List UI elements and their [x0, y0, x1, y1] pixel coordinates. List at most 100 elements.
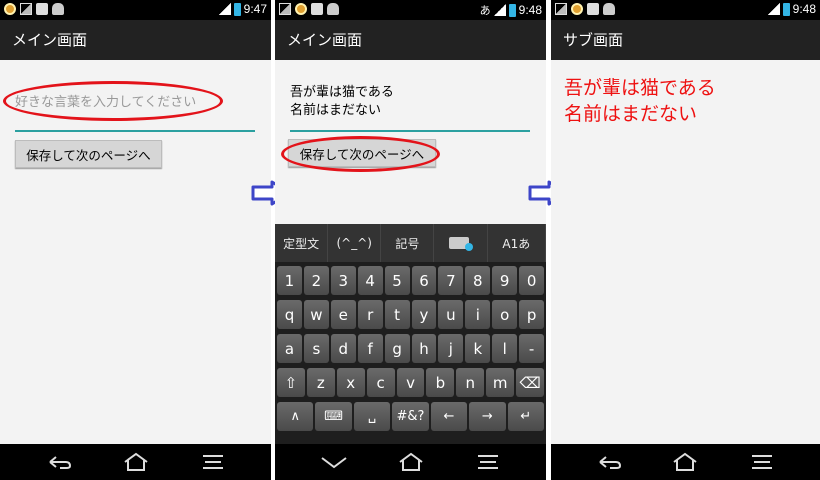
camera-notification-icon [587, 3, 599, 15]
key[interactable]: j [438, 334, 464, 363]
back-icon[interactable] [39, 450, 79, 474]
kb-tab-input-mode[interactable]: A1あ [488, 224, 546, 262]
key[interactable]: t [384, 300, 410, 329]
key[interactable]: l [492, 334, 518, 363]
keyboard-row: 1234567890 [277, 266, 545, 295]
status-bar: 9:48 [551, 0, 820, 20]
keyboard-row: qwertyuiop [277, 300, 545, 329]
key[interactable]: 8 [465, 266, 491, 295]
text-input[interactable]: 好きな言葉を入力してください [15, 92, 255, 132]
key[interactable]: d [330, 334, 356, 363]
kb-tab-emoticon[interactable]: (^_^) [328, 224, 382, 262]
kb-tab-template[interactable]: 定型文 [275, 224, 329, 262]
key[interactable]: v [396, 368, 425, 397]
home-icon[interactable] [116, 450, 156, 474]
action-bar-title: メイン画面 [0, 20, 271, 60]
key[interactable]: → [469, 402, 506, 431]
input-line-1: 吾が輩は猫である [290, 85, 394, 100]
signal-icon [493, 4, 506, 16]
key[interactable]: e [330, 300, 356, 329]
status-time: 9:47 [243, 2, 267, 16]
navigation-bar [551, 444, 820, 480]
chevron-down-icon[interactable] [314, 450, 354, 474]
menu-icon[interactable] [468, 450, 508, 474]
key[interactable]: p [519, 300, 545, 329]
key[interactable]: z [306, 368, 335, 397]
key[interactable]: s [303, 334, 329, 363]
app-notification-icon [295, 3, 307, 15]
key[interactable]: o [492, 300, 518, 329]
key[interactable]: #&? [392, 402, 429, 431]
key[interactable]: u [438, 300, 464, 329]
keyboard-row: ∧ ⌨ ␣ #&? ← → ↵ [277, 402, 544, 431]
key[interactable]: ↵ [507, 402, 544, 431]
key[interactable]: 5 [384, 266, 410, 295]
key[interactable]: 3 [330, 266, 356, 295]
keyboard-settings-icon[interactable] [434, 224, 488, 262]
home-icon[interactable] [391, 450, 431, 474]
key[interactable]: ⌨ [315, 402, 352, 431]
keyboard-keys: 1 2 3 4 5 6 7 8 9 0 q w e r t y u i o p a s d f g h j k l - ⇧ z x c v b n m ⌫ ∧… [277, 266, 545, 436]
action-bar-title: サブ画面 [551, 20, 820, 60]
key[interactable]: b [426, 368, 455, 397]
phone-screen-main-empty: 9:47 メイン画面 好きな言葉を入力してください 保存して次のページへ [0, 0, 271, 480]
key[interactable]: - [519, 334, 545, 363]
soft-keyboard: 定型文 (^_^) 記号 A1あ 1234567890 qwertyuiop asd… [275, 224, 546, 444]
navigation-bar [275, 444, 546, 480]
home-icon[interactable] [665, 450, 705, 474]
back-icon[interactable] [589, 450, 629, 474]
battery-icon [508, 3, 516, 17]
key[interactable]: f [357, 334, 383, 363]
key[interactable]: g [384, 334, 410, 363]
image-notification-icon [555, 3, 567, 15]
ime-indicator: あ [479, 4, 491, 17]
key[interactable]: h [411, 334, 437, 363]
key[interactable]: x [336, 368, 365, 397]
key[interactable]: r [357, 300, 383, 329]
image-notification-icon [20, 3, 32, 15]
text-input[interactable]: 吾が輩は猫である 名前はまだない [290, 84, 530, 132]
key[interactable]: ∧ [277, 402, 314, 431]
status-bar: 9:47 [0, 0, 271, 20]
key[interactable]: 1 [277, 266, 302, 295]
signal-icon [767, 3, 780, 15]
keyboard-toolbar: 定型文 (^_^) 記号 A1あ [275, 224, 546, 262]
key[interactable]: a [277, 334, 302, 363]
key[interactable]: 6 [411, 266, 437, 295]
app-notification-icon [4, 3, 16, 15]
status-bar: あ 9:48 [275, 0, 546, 20]
camera-notification-icon [311, 3, 323, 15]
key[interactable]: 2 [303, 266, 329, 295]
battery-icon [233, 2, 241, 16]
android-notification-icon [603, 3, 615, 15]
key[interactable]: 4 [357, 266, 383, 295]
key[interactable]: ⌫ [516, 368, 545, 397]
save-next-button[interactable]: 保存して次のページへ [288, 139, 436, 167]
status-time: 9:48 [518, 3, 542, 17]
kb-tab-symbol[interactable]: 記号 [381, 224, 435, 262]
phone-screen-sub: 9:48 サブ画面 吾が輩は猫である 名前はまだない [551, 0, 820, 480]
phone-screen-main-typed: あ 9:48 メイン画面 吾が輩は猫である 名前はまだない 保存して次のページへ… [275, 0, 546, 480]
image-notification-icon [279, 3, 291, 15]
key[interactable]: ← [430, 402, 468, 431]
key[interactable]: m [486, 368, 515, 397]
key[interactable]: i [465, 300, 491, 329]
status-time: 9:48 [792, 2, 816, 16]
key[interactable]: 0 [519, 266, 545, 295]
key[interactable]: n [456, 368, 485, 397]
menu-icon[interactable] [193, 450, 233, 474]
key[interactable]: k [465, 334, 491, 363]
keyboard-row: asdfghjkl- [277, 334, 545, 363]
key[interactable]: 9 [492, 266, 518, 295]
save-next-button[interactable]: 保存して次のページへ [15, 140, 162, 168]
key[interactable]: q [277, 300, 302, 329]
camera-notification-icon [36, 3, 48, 15]
key[interactable]: w [303, 300, 329, 329]
key[interactable]: ␣ [353, 402, 391, 431]
key[interactable]: ⇧ [277, 368, 305, 397]
menu-icon[interactable] [742, 450, 782, 474]
key[interactable]: 7 [438, 266, 464, 295]
android-notification-icon [52, 3, 64, 15]
key[interactable]: c [366, 368, 395, 397]
key[interactable]: y [411, 300, 437, 329]
